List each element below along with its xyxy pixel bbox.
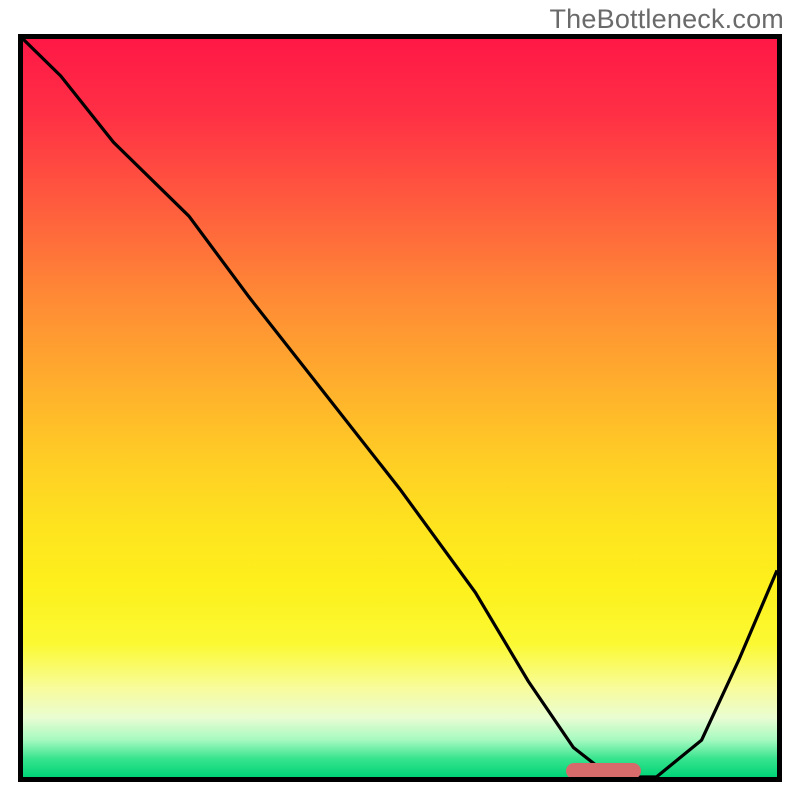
bottleneck-curve <box>23 39 777 777</box>
optimal-range-marker <box>566 763 641 779</box>
chart-container: TheBottleneck.com <box>0 0 800 800</box>
watermark-text: TheBottleneck.com <box>549 4 784 35</box>
chart-frame <box>18 34 782 782</box>
